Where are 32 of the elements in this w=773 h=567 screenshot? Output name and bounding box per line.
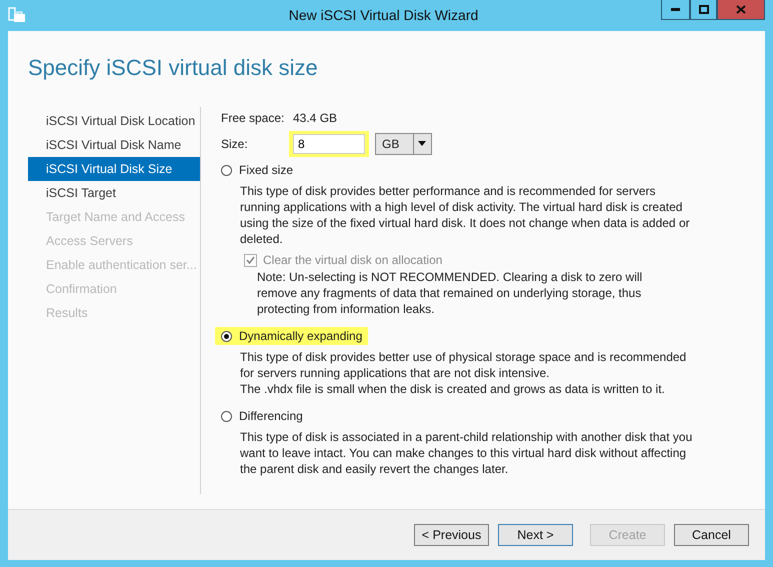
radio-option[interactable]: Differencing [215,407,309,425]
close-icon [736,5,746,14]
option-description: This type of disk provides better performance and is recommended for servers running applications with a high level of disk activity. The virtual hard disk is created using the size of the fixed virtual hard disk. It does not change when data is added or deleted. [240,183,691,247]
radio-option[interactable]: Dynamically expanding [215,327,368,345]
step-item[interactable]: iSCSI Virtual Disk Size [28,157,200,181]
server-manager-icon [8,7,26,23]
wizard-button[interactable]: Next > [498,524,573,546]
radio-icon [221,410,232,422]
step-item[interactable]: iSCSI Virtual Disk Location [28,109,200,133]
radio-option[interactable]: Fixed size [215,161,300,179]
window-title: New iSCSI Virtual Disk Wizard [288,6,480,23]
step-item[interactable]: iSCSI Target [28,181,200,205]
maximize-icon [698,5,708,14]
size-field[interactable]: 8 [293,134,365,154]
option-description: This type of disk provides better use of physical storage space and is recommended for servers running applications that are not disk intensive. The .vhdx file is small when the disk is created and grows as data is written to it. [240,349,688,397]
size-label: Size: [221,137,249,151]
unit-dropdown[interactable]: GB [375,133,432,155]
minimize-button[interactable] [661,0,690,20]
note-text: Note: Un-selecting is NOT RECOMMENDED. Clearing a disk to zero will remove any fragments of data that remained on underlying storage, thus protecting from information leaks. [257,269,644,317]
maximize-button[interactable] [690,0,717,20]
option-description: This type of disk is associated in a parent-child relationship with another disk that you want to leave intact. You can make changes to this virtual hard disk without affecting the parent disk and easily revert the changes later. [240,429,694,477]
step-item[interactable]: iSCSI Virtual Disk Name [28,133,200,157]
wizard-button[interactable]: < Previous [414,524,489,546]
wizard-button[interactable]: Cancel [674,524,749,546]
free-space-label: Free space: [221,111,286,125]
radio-icon [221,330,232,342]
checkbox-icon [244,254,257,266]
radio-icon [221,164,232,176]
close-button[interactable] [717,0,765,20]
minimize-icon [671,8,680,11]
page-heading: Specify iSCSI virtual disk size [27,54,319,82]
free-space-value: 43.4 GB [293,111,338,125]
